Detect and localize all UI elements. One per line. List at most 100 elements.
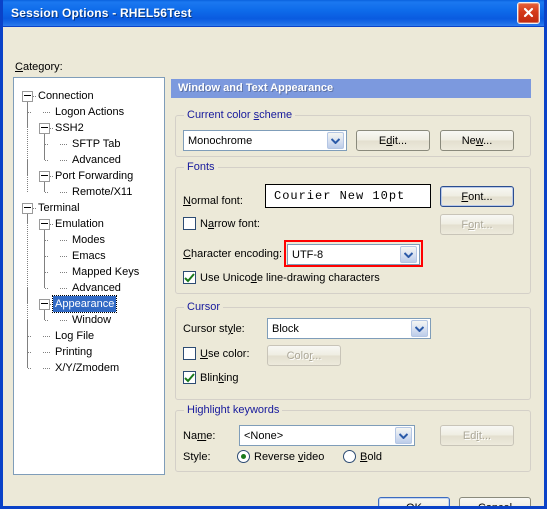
- tree-item-label: Log File: [55, 330, 95, 342]
- cursor-color-button: Color...: [267, 345, 341, 366]
- narrow-font-button: Font...: [440, 214, 514, 235]
- category-label: Category:: [15, 61, 63, 73]
- tree-collapse-icon[interactable]: [39, 299, 50, 310]
- use-color-checkbox-box[interactable]: [183, 347, 196, 360]
- ok-button[interactable]: OK: [378, 497, 450, 509]
- tree-item-x-y-zmodem[interactable]: X/Y/Zmodem: [14, 360, 164, 376]
- radio-reverse-video-label: Reverse video: [254, 450, 325, 463]
- normal-font-button-label: Font...: [461, 190, 493, 203]
- tree-item-logon-actions[interactable]: Logon Actions: [14, 104, 164, 120]
- unicode-label: Use Unicode line-drawing characters: [200, 271, 380, 284]
- cursor-style-value: Block: [272, 322, 299, 335]
- dialog-client-area: Category: Connection Logon Actions SSH2 SFT…: [3, 27, 544, 509]
- tree-item-label: Window: [72, 314, 112, 326]
- tree-item-label: SSH2: [55, 122, 84, 134]
- normal-font-label: Normal font:: [183, 195, 243, 207]
- tree-item-mapped-keys[interactable]: Mapped Keys: [14, 264, 164, 280]
- tree-item-emacs[interactable]: Emacs: [14, 248, 164, 264]
- highlight-edit-button-label: Edit...: [462, 429, 492, 442]
- chevron-down-icon[interactable]: [395, 427, 412, 444]
- tree-collapse-icon[interactable]: [39, 171, 50, 182]
- cancel-button[interactable]: Cancel: [459, 497, 531, 509]
- tree-collapse-icon[interactable]: [39, 123, 50, 134]
- check-icon: [184, 372, 195, 382]
- blinking-label: Blinking: [200, 371, 239, 384]
- highlight-name-select[interactable]: <None>: [239, 425, 415, 446]
- character-encoding-value: UTF-8: [292, 248, 324, 261]
- use-color-label: Use color:: [200, 347, 250, 360]
- category-label-text: ategory:: [22, 61, 63, 73]
- tree-item-modes[interactable]: Modes: [14, 232, 164, 248]
- radio-bold-box[interactable]: [343, 450, 356, 463]
- tree-item-label: Terminal: [38, 202, 80, 214]
- color-scheme-select[interactable]: Monochrome: [183, 130, 347, 151]
- tree-collapse-icon[interactable]: [39, 219, 50, 230]
- narrow-font-label: Narrow font:: [200, 217, 260, 230]
- highlight-edit-button: Edit...: [440, 425, 514, 446]
- tree-item-terminal[interactable]: Terminal: [14, 200, 164, 216]
- highlight-name-label: Name:: [183, 430, 216, 442]
- tree-item-label: X/Y/Zmodem: [55, 362, 120, 374]
- radio-reverse-video[interactable]: Reverse video: [237, 450, 324, 463]
- highlight-name-value: <None>: [244, 429, 284, 442]
- tree-item-label: Mapped Keys: [72, 266, 140, 278]
- tree-item-label: Logon Actions: [55, 106, 125, 118]
- tree-item-port-forwarding[interactable]: Port Forwarding: [14, 168, 164, 184]
- tree-item-advanced[interactable]: Advanced: [14, 152, 164, 168]
- tree-item-emulation[interactable]: Emulation: [14, 216, 164, 232]
- normal-font-button[interactable]: Font...: [440, 186, 514, 207]
- radio-bold[interactable]: Bold: [343, 450, 382, 463]
- tree-item-label: Port Forwarding: [55, 170, 134, 182]
- tree-item-advanced[interactable]: Advanced: [14, 280, 164, 296]
- close-icon[interactable]: [517, 2, 540, 24]
- tree-item-label: SFTP Tab: [72, 138, 121, 150]
- blinking-checkbox[interactable]: Blinking: [183, 371, 239, 384]
- title-bar: Session Options - RHEL56Test: [3, 0, 544, 27]
- tree-item-connection[interactable]: Connection: [14, 88, 164, 104]
- cursor-style-label: Cursor style:: [183, 323, 245, 335]
- unicode-line-drawing-checkbox[interactable]: Use Unicode line-drawing characters: [183, 271, 380, 284]
- tree-item-remote-x11[interactable]: Remote/X11: [14, 184, 164, 200]
- group-title-color-scheme: Current color scheme: [184, 109, 296, 121]
- unicode-checkbox-box[interactable]: [183, 271, 196, 284]
- tree-item-window[interactable]: Window: [14, 312, 164, 328]
- highlight-style-label: Style:: [183, 451, 211, 463]
- tree-item-label: Connection: [38, 90, 94, 102]
- ok-button-label: OK: [406, 502, 422, 509]
- color-scheme-edit-button[interactable]: Edit...: [356, 130, 430, 151]
- tree-item-label: Printing: [55, 346, 93, 358]
- tree-collapse-icon[interactable]: [22, 91, 33, 102]
- group-title-highlight: Highlight keywords: [184, 404, 283, 416]
- tree-item-sftp-tab[interactable]: SFTP Tab: [14, 136, 164, 152]
- group-title-cursor: Cursor: [184, 301, 224, 313]
- chevron-down-icon[interactable]: [327, 132, 344, 149]
- chevron-down-icon[interactable]: [400, 246, 417, 263]
- character-encoding-label: Character encoding:: [183, 248, 283, 260]
- normal-font-sample: Courier New 10pt: [265, 184, 431, 208]
- tree-item-ssh2[interactable]: SSH2: [14, 120, 164, 136]
- blinking-checkbox-box[interactable]: [183, 371, 196, 384]
- color-scheme-value: Monochrome: [188, 134, 253, 147]
- tree-item-printing[interactable]: Printing: [14, 344, 164, 360]
- color-scheme-new-button[interactable]: New...: [440, 130, 514, 151]
- tree-item-label: Emulation: [55, 218, 104, 230]
- category-tree[interactable]: Connection Logon Actions SSH2 SFTP Tab Advan…: [13, 77, 165, 475]
- tree-item-label: Advanced: [72, 154, 121, 166]
- chevron-down-icon[interactable]: [411, 320, 428, 337]
- character-encoding-select[interactable]: UTF-8: [287, 244, 420, 265]
- tree-item-label: Emacs: [72, 250, 106, 262]
- group-title-fonts: Fonts: [184, 161, 218, 173]
- tree-item-appearance[interactable]: Appearance: [14, 295, 164, 313]
- narrow-font-checkbox-box[interactable]: [183, 217, 196, 230]
- cursor-color-button-label: Color...: [286, 349, 322, 362]
- check-icon: [184, 272, 195, 282]
- cursor-style-select[interactable]: Block: [267, 318, 431, 339]
- tree-item-log-file[interactable]: Log File: [14, 328, 164, 344]
- narrow-font-checkbox[interactable]: Narrow font:: [183, 217, 260, 230]
- tree-collapse-icon[interactable]: [22, 203, 33, 214]
- radio-reverse-video-box[interactable]: [237, 450, 250, 463]
- narrow-font-button-label: Font...: [461, 218, 493, 231]
- cancel-button-label: Cancel: [477, 502, 513, 509]
- session-options-dialog: Session Options - RHEL56Test Category: C…: [0, 0, 547, 509]
- use-color-checkbox[interactable]: Use color:: [183, 347, 250, 360]
